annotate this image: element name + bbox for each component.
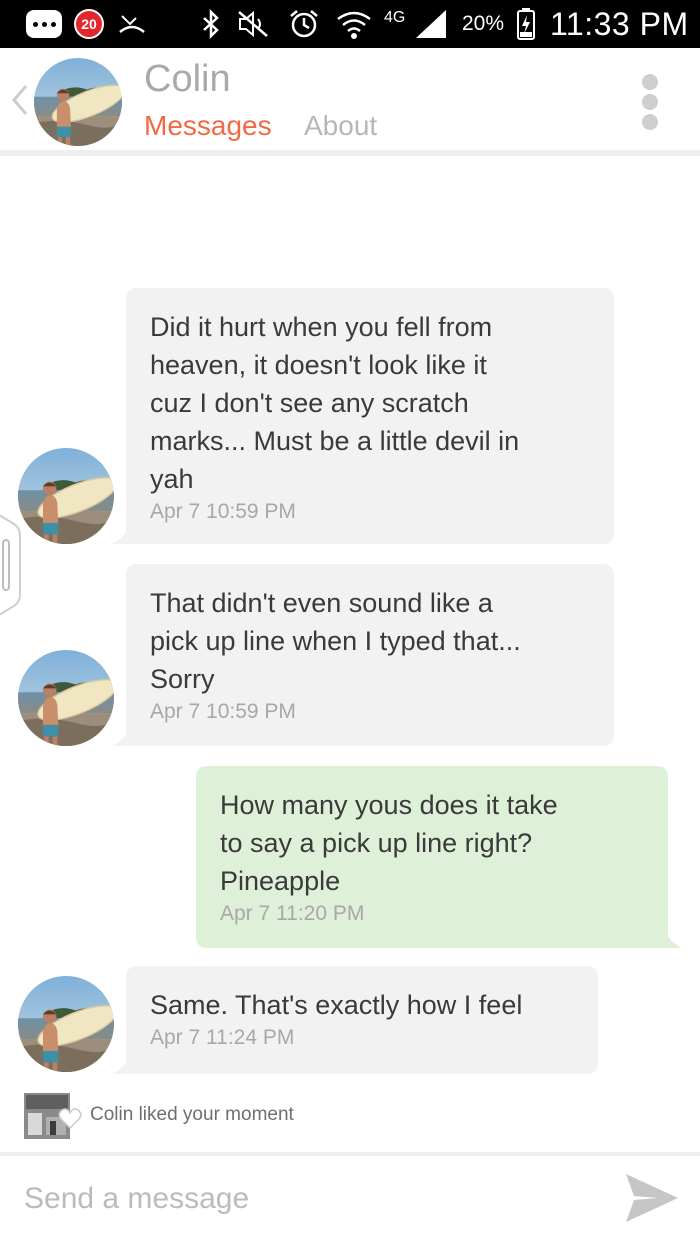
contact-name: Colin — [144, 58, 231, 100]
sender-avatar[interactable] — [18, 650, 114, 746]
message-text: Same. That's exactly how I feel — [150, 990, 523, 1020]
message-text: Did it hurt when you fell from heaven, i… — [150, 312, 520, 494]
message-bubble-outgoing: How many yous does it take to say a pick… — [196, 766, 682, 948]
message-bubble-incoming: Same. That's exactly how I feel Apr 7 11… — [112, 966, 598, 1074]
chat-header: Colin Messages About — [0, 48, 700, 156]
message-timestamp: Apr 7 10:59 PM — [150, 700, 296, 723]
header-divider — [0, 150, 700, 156]
message-timestamp: Apr 7 10:59 PM — [150, 500, 296, 523]
message-bubble-incoming: Did it hurt when you fell from heaven, i… — [112, 288, 614, 544]
send-icon[interactable] — [622, 1170, 682, 1226]
battery-percent: 20% — [462, 12, 505, 35]
bubble-tail — [112, 1054, 132, 1074]
bluetooth-icon — [200, 0, 222, 48]
message-composer — [0, 1156, 700, 1244]
heart-icon — [58, 1108, 82, 1130]
sender-avatar[interactable] — [18, 448, 114, 544]
contact-avatar[interactable] — [34, 58, 122, 146]
more-vertical-icon[interactable] — [640, 74, 660, 130]
message-bubble-incoming: That didn't even sound like a pick up li… — [112, 564, 614, 746]
wifi-icon — [334, 0, 374, 48]
status-bar: 20 4G 20% 11:33 PM — [0, 0, 700, 48]
mute-icon — [236, 0, 270, 48]
message-timestamp: Apr 7 11:24 PM — [150, 1026, 295, 1049]
message-timestamp: Apr 7 11:20 PM — [220, 902, 365, 925]
bubble-tail — [662, 928, 682, 948]
chevron-left-icon[interactable] — [6, 78, 32, 122]
clock: 11:33 PM — [550, 5, 689, 42]
battery-charging-icon — [516, 0, 536, 48]
sender-avatar[interactable] — [18, 976, 114, 1072]
alarm-icon — [288, 0, 320, 48]
signal-icon — [414, 0, 448, 48]
activity-text: Colin liked your moment — [90, 1104, 294, 1125]
tab-about[interactable]: About — [304, 110, 377, 142]
message-input[interactable] — [22, 1172, 586, 1226]
bubble-tail — [112, 524, 132, 544]
more-notifications-icon — [26, 10, 62, 38]
network-type: 4G — [384, 9, 406, 26]
message-text: How many yous does it take to say a pick… — [220, 790, 558, 896]
tab-messages[interactable]: Messages — [144, 110, 272, 142]
bubble-tail — [112, 726, 132, 746]
missed-call-icon — [118, 0, 146, 48]
notification-count-badge: 20 — [74, 9, 104, 39]
message-text: That didn't even sound like a pick up li… — [150, 588, 521, 694]
edge-panel-handle[interactable] — [0, 512, 22, 618]
